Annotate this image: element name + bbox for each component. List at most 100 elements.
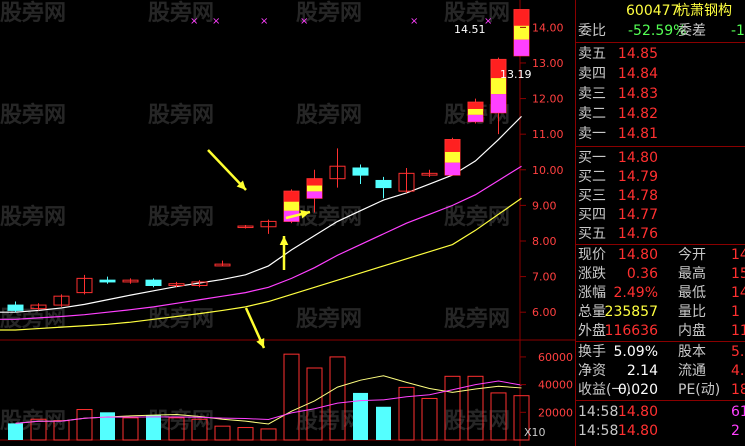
candle — [444, 137, 461, 176]
ask-row-value: 14.82 — [617, 106, 658, 122]
price-tick: 12.00 — [532, 93, 564, 106]
ask-row-value: 14.85 — [617, 46, 658, 62]
ask-row: 卖一 14.81 — [576, 125, 745, 143]
bid-row: 买三 14.78 — [576, 187, 745, 205]
quote-row-value2: 15 — [731, 266, 745, 282]
tick-row-value: 14.80 — [617, 423, 658, 439]
quote-row: 涨幅 2.49% 最低 14 — [576, 284, 745, 302]
stat-row: 净资 2.14 流通 4.6 — [576, 362, 745, 380]
tick-volume: 2 — [731, 423, 740, 439]
bid-row-label: 买四 — [578, 207, 606, 223]
quote-row-value: 2.49% — [613, 285, 658, 301]
quote-row: 外盘116636 内盘 119 — [576, 322, 745, 340]
candle — [467, 98, 484, 124]
bid-row: 买五 14.76 — [576, 225, 745, 243]
candle — [7, 301, 24, 313]
quote-row-label: 总量 — [578, 304, 606, 320]
quote-row-label2: 内盘 — [678, 323, 706, 339]
signal-marker: × — [300, 16, 308, 27]
bid-row-label: 买五 — [578, 226, 606, 242]
watermark-14: 股旁网 — [296, 306, 362, 332]
arrows — [207, 149, 311, 349]
bid-row-label: 买二 — [578, 169, 606, 185]
signal-marker: × — [190, 16, 198, 27]
quote-row-label: 涨幅 — [578, 285, 606, 301]
quote-row: 现价 14.80 今开 14 — [576, 246, 745, 264]
stat-row-value2: 5.5 — [731, 344, 745, 360]
quote-row-value: 116636 — [604, 323, 658, 339]
volume-tick: 20000 — [538, 406, 573, 419]
watermark-19: 股旁网 — [444, 408, 510, 434]
stat-row-label2: 股本 — [678, 344, 706, 360]
price-tick: 14.00 — [532, 21, 564, 34]
quote-row: 涨跌 0.36 最高 15 — [576, 265, 745, 283]
volume-bar — [260, 428, 277, 441]
quote-row-label: 外盘 — [578, 323, 606, 339]
tick-row-label: 14:58 — [578, 423, 619, 439]
stat-row-value2: 18 — [731, 382, 745, 398]
watermark-layer: 股旁网 股旁网 股旁网 股旁网股旁网 股旁网 股旁网股旁网 股旁网 股旁网 股旁网股旁网 股旁网股… — [0, 0, 510, 434]
stock-code: 600477 — [626, 3, 680, 19]
volume-tick: 40000 — [538, 379, 573, 392]
bid-row-value: 14.79 — [617, 169, 658, 185]
signal-marker: × — [212, 16, 220, 27]
watermark-8: 股旁网 — [0, 204, 66, 230]
quote-row-value: 0.36 — [626, 266, 658, 282]
ratio-label: 委比 — [578, 23, 606, 39]
watermark-6: 股旁网 — [296, 102, 362, 128]
diff-value: -1 — [731, 23, 745, 39]
watermark-18: 股旁网 — [296, 408, 362, 434]
price-tick: 13.00 — [532, 57, 564, 70]
ask-row-label: 卖四 — [578, 66, 606, 82]
price-tick: 7.00 — [532, 271, 557, 284]
price-tick: 8.00 — [532, 235, 557, 248]
quote-row: 总量 235857 量比 1 — [576, 303, 745, 321]
ask-row-label: 卖五 — [578, 46, 606, 62]
tick-row: 14:58 14.80 2 — [576, 422, 745, 440]
quote-panel: 600477 杭萧钢构 委比 -52.59% 委差 -1 卖五 14.85 卖四 14… — [575, 0, 745, 446]
price-tick: 9.00 — [532, 199, 557, 212]
volume-bar — [376, 406, 391, 440]
bid-row: 买四 14.77 — [576, 206, 745, 224]
bid-row-value: 14.76 — [617, 226, 658, 242]
candle — [260, 219, 277, 234]
volume-bar — [146, 415, 161, 440]
candle — [214, 260, 231, 267]
watermark-15: 股旁网 — [444, 306, 510, 332]
volume-bar — [421, 397, 438, 441]
tick-row-label: 14:58 — [578, 404, 619, 420]
candle — [352, 164, 369, 185]
price-axis: 14.00 13.00 12.00 11.00 10.00 9.00 8.00 7.00 6.0… — [520, 21, 573, 439]
candle — [421, 169, 438, 177]
quote-row-value2: 14 — [731, 285, 745, 301]
watermark-5: 股旁网 — [148, 102, 214, 128]
ask-row-value: 14.84 — [617, 66, 658, 82]
price-tick: 11.00 — [532, 128, 564, 141]
bid-row-label: 买一 — [578, 150, 606, 166]
ask-row: 卖三 14.83 — [576, 85, 745, 103]
stat-row: 收益(一) 0.020 PE(动) 18 — [576, 381, 745, 399]
watermark-9: 股旁网 — [148, 204, 214, 230]
quote-row-value2: 1 — [731, 304, 740, 320]
candle — [122, 278, 139, 284]
stat-row-label: 净资 — [578, 363, 606, 379]
stat-row-label2: 流通 — [678, 363, 706, 379]
quote-row-value: 14.80 — [617, 247, 658, 263]
bid-row: 买一 14.80 — [576, 149, 745, 167]
stat-row-value2: 4.6 — [731, 363, 745, 379]
stat-row-value: 0.020 — [617, 382, 658, 398]
quote-row-value: 235857 — [604, 304, 658, 320]
quote-row-value2: 119 — [731, 323, 745, 339]
price-tick: 6.00 — [532, 306, 557, 319]
ask-row-label: 卖二 — [578, 106, 606, 122]
quote-row-label2: 量比 — [678, 304, 706, 320]
tick-row-value: 14.80 — [617, 404, 658, 420]
signal-marker: × — [260, 16, 268, 27]
candle — [237, 224, 254, 229]
bid-row-value: 14.80 — [617, 150, 658, 166]
candle — [513, 9, 530, 57]
bid-row-value: 14.78 — [617, 188, 658, 204]
volume-tick: 60000 — [538, 351, 573, 364]
ma10-line — [0, 165, 522, 320]
price-tick: 10.00 — [532, 164, 564, 177]
